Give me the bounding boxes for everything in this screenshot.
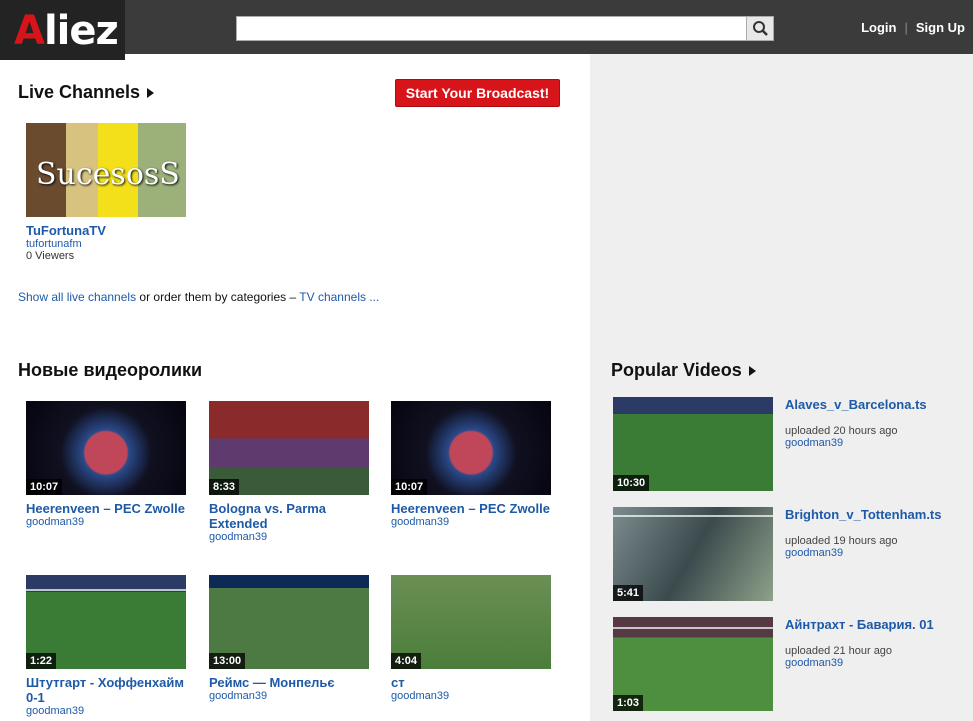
video-thumbnail[interactable]: 1:22 — [26, 575, 186, 669]
video-card[interactable]: 1:22 Штутгарт - Хоффенхайм 0-1 goodman39 — [26, 575, 196, 717]
video-card[interactable]: 10:07 Heerenveen – PEC Zwolle goodman39 — [26, 401, 196, 528]
signup-link[interactable]: Sign Up — [916, 20, 965, 35]
video-info: Brighton_v_Tottenham.ts uploaded 19 hour… — [785, 507, 963, 559]
video-title[interactable]: Bologna vs. Parma Extended — [209, 501, 369, 531]
video-title[interactable]: Brighton_v_Tottenham.ts — [785, 507, 963, 522]
login-link[interactable]: Login — [861, 20, 896, 35]
video-duration: 1:03 — [613, 695, 644, 711]
video-title[interactable]: Реймс — Монпельє — [209, 675, 379, 690]
video-user[interactable]: goodman39 — [209, 531, 379, 543]
tv-channels-link[interactable]: TV channels ... — [299, 290, 379, 304]
video-duration: 13:00 — [209, 653, 246, 669]
video-thumbnail[interactable]: 1:03 — [613, 617, 773, 711]
video-title[interactable]: Alaves_v_Barcelona.ts — [785, 397, 963, 412]
arrow-right-icon — [748, 366, 756, 377]
video-user[interactable]: goodman39 — [785, 657, 963, 669]
video-thumbnail[interactable]: 13:00 — [209, 575, 369, 669]
video-card[interactable]: 8:33 Bologna vs. Parma Extended goodman3… — [209, 401, 379, 543]
video-thumbnail[interactable]: 10:30 — [613, 397, 773, 491]
video-user[interactable]: goodman39 — [391, 690, 561, 702]
new-videos-heading: Новые видеоролики — [18, 360, 203, 380]
search-input[interactable] — [237, 17, 747, 40]
video-user[interactable]: goodman39 — [785, 547, 963, 559]
popular-video-item[interactable]: 5:41 Brighton_v_Tottenham.ts uploaded 19… — [613, 507, 963, 603]
upload-time: uploaded 20 hours ago — [785, 425, 898, 437]
popular-video-item[interactable]: 1:03 Айнтрахт - Бавария. 01 uploaded 21 … — [613, 617, 963, 713]
video-user[interactable]: goodman39 — [209, 690, 379, 702]
site-logo[interactable]: Aliez — [0, 0, 125, 60]
video-card[interactable]: 4:04 ст goodman39 — [391, 575, 561, 702]
search-box — [236, 16, 774, 41]
video-title[interactable]: Штутгарт - Хоффенхайм 0-1 — [26, 675, 191, 705]
arrow-right-icon — [147, 88, 155, 99]
video-thumbnail[interactable]: 8:33 — [209, 401, 369, 495]
video-duration: 4:04 — [391, 653, 422, 669]
video-card[interactable]: 10:07 Heerenveen – PEC Zwolle goodman39 — [391, 401, 561, 528]
channel-user[interactable]: tufortunafm — [26, 238, 196, 250]
start-broadcast-button[interactable]: Start Your Broadcast! — [395, 79, 560, 107]
video-card[interactable]: 13:00 Реймс — Монпельє goodman39 — [209, 575, 379, 702]
popular-videos-heading[interactable]: Popular Videos — [611, 360, 756, 381]
video-title[interactable]: ст — [391, 675, 561, 690]
video-thumbnail[interactable]: 5:41 — [613, 507, 773, 601]
video-title[interactable]: Heerenveen – PEC Zwolle — [26, 501, 196, 516]
upload-time: uploaded 21 hour ago — [785, 645, 893, 657]
video-duration: 1:22 — [26, 653, 57, 669]
scoreboard-bar — [613, 515, 773, 517]
show-all-live-link[interactable]: Show all live channels — [18, 290, 136, 304]
video-duration: 10:30 — [613, 475, 650, 491]
channel-title[interactable]: TuFortunaTV — [26, 223, 196, 238]
scoreboard-bar — [26, 589, 186, 591]
live-channel-card[interactable]: SucesosS TuFortunaTV tufortunafm 0 Viewe… — [26, 123, 196, 262]
live-channels-heading[interactable]: Live Channels — [18, 82, 155, 103]
video-thumbnail[interactable]: 10:07 — [391, 401, 551, 495]
channel-links: Show all live channels or order them by … — [18, 290, 380, 304]
video-duration: 10:07 — [26, 479, 63, 495]
search-button[interactable] — [746, 17, 773, 40]
video-user[interactable]: goodman39 — [785, 437, 963, 449]
top-header: Aliez Login | Sign Up — [0, 0, 973, 60]
thumbnail-text: SucesosS — [36, 157, 180, 192]
video-user[interactable]: goodman39 — [26, 516, 196, 528]
video-duration: 8:33 — [209, 479, 240, 495]
video-info: Айнтрахт - Бавария. 01 uploaded 21 hour … — [785, 617, 963, 669]
video-duration: 10:07 — [391, 479, 428, 495]
upload-time: uploaded 19 hours ago — [785, 535, 898, 547]
viewer-count: 0 Viewers — [26, 250, 75, 262]
video-title[interactable]: Айнтрахт - Бавария. 01 — [785, 617, 963, 632]
video-thumbnail[interactable]: 10:07 — [26, 401, 186, 495]
video-info: Alaves_v_Barcelona.ts uploaded 20 hours … — [785, 397, 963, 449]
channel-thumbnail[interactable]: SucesosS — [26, 123, 186, 217]
search-icon — [753, 21, 768, 36]
video-user[interactable]: goodman39 — [26, 705, 196, 717]
video-title[interactable]: Heerenveen – PEC Zwolle — [391, 501, 561, 516]
popular-video-item[interactable]: 10:30 Alaves_v_Barcelona.ts uploaded 20 … — [613, 397, 963, 493]
video-user[interactable]: goodman39 — [391, 516, 561, 528]
video-thumbnail[interactable]: 4:04 — [391, 575, 551, 669]
scoreboard-bar — [613, 627, 773, 629]
video-duration: 5:41 — [613, 585, 644, 601]
auth-links: Login | Sign Up — [861, 20, 965, 35]
auth-separator: | — [904, 20, 908, 35]
